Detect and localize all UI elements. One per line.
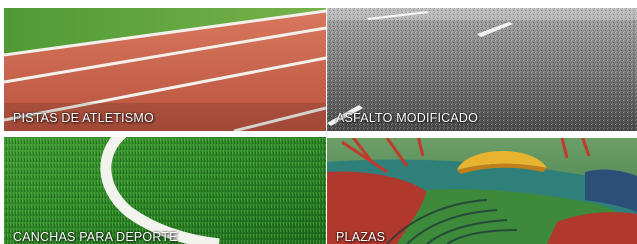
category-gallery: PISTAS DE ATLETISMO ASFALTO MODIFICADO C… (0, 0, 637, 244)
tile-label: PISTAS DE ATLETISMO (13, 111, 154, 125)
tile-pistas-de-atletismo[interactable]: PISTAS DE ATLETISMO (4, 8, 326, 131)
turf-field-image (4, 132, 326, 244)
tile-label: CANCHAS PARA DEPORTE (13, 230, 178, 244)
playground-image (327, 132, 637, 244)
tile-asfalto-modificado[interactable]: ASFALTO MODIFICADO (327, 8, 637, 131)
tile-label: ASFALTO MODIFICADO (336, 111, 479, 125)
tile-plazas[interactable]: PLAZAS (327, 132, 637, 244)
tile-canchas-para-deporte[interactable]: CANCHAS PARA DEPORTE (4, 132, 326, 244)
tile-label: PLAZAS (336, 230, 386, 244)
